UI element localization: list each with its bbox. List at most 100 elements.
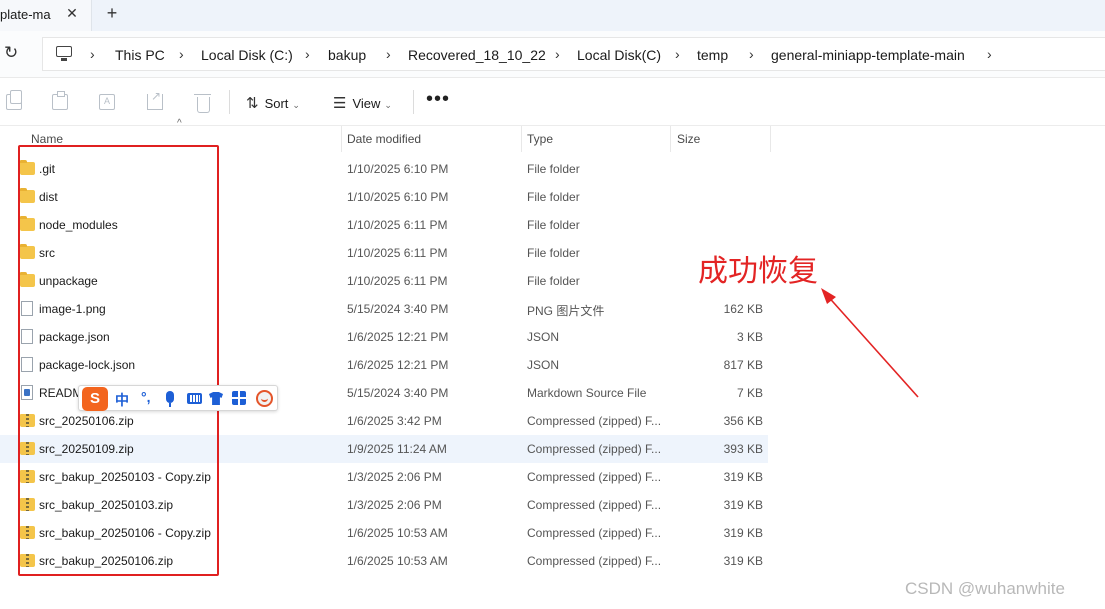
file-type: File folder — [527, 162, 580, 176]
view-label: View — [352, 96, 381, 111]
file-type: File folder — [527, 218, 580, 232]
toolbox-icon[interactable] — [232, 391, 246, 405]
file-type: Compressed (zipped) F... — [527, 526, 662, 540]
file-type: File folder — [527, 190, 580, 204]
file-size: 319 KB — [723, 554, 763, 568]
file-type: PNG 图片文件 — [527, 304, 605, 318]
toolbar-divider — [413, 90, 414, 114]
sort-button[interactable]: ⇅ Sort ⌄ — [246, 94, 300, 112]
ime-punctuation-toggle[interactable]: °, — [141, 389, 151, 405]
file-size: 319 KB — [723, 498, 763, 512]
file-size: 393 KB — [723, 442, 763, 456]
keyboard-icon[interactable] — [187, 393, 202, 404]
file-size: 7 KB — [736, 386, 763, 400]
copy-icon[interactable] — [6, 90, 22, 110]
file-type: JSON — [527, 358, 560, 372]
file-date-modified: 5/15/2024 3:40 PM — [347, 386, 449, 400]
column-divider[interactable] — [770, 126, 771, 152]
chevron-down-icon: ⌄ — [292, 100, 300, 110]
microphone-icon[interactable] — [166, 391, 174, 407]
file-type: File folder — [527, 246, 580, 260]
breadcrumb-current-folder[interactable]: general-miniapp-template-main — [771, 47, 965, 63]
view-icon: ☰ — [333, 95, 347, 112]
delete-icon[interactable] — [194, 94, 211, 113]
highlight-box — [18, 145, 219, 576]
file-date-modified: 1/3/2025 2:06 PM — [347, 498, 442, 512]
computer-icon[interactable] — [55, 46, 73, 62]
tab-strip: plate-ma ✕ + — [0, 0, 1105, 31]
file-date-modified: 1/3/2025 2:06 PM — [347, 470, 442, 484]
file-size: 319 KB — [723, 526, 763, 540]
chevron-right-icon[interactable]: › — [675, 46, 680, 62]
new-tab-button[interactable]: + — [103, 3, 121, 24]
file-date-modified: 1/6/2025 12:21 PM — [347, 330, 449, 344]
annotation-arrow — [821, 288, 919, 398]
toolbar-divider — [229, 90, 230, 114]
annotation-text: 成功恢复 — [698, 254, 818, 289]
command-bar: A ⇅Sort⌄ ☰View⌄ ••• — [0, 78, 1105, 126]
breadcrumb-bakup[interactable]: bakup — [328, 47, 366, 63]
file-date-modified: 1/6/2025 10:53 AM — [347, 526, 448, 540]
tab-title: plate-ma — [0, 7, 51, 22]
file-type: JSON — [527, 330, 560, 344]
file-type: Compressed (zipped) F... — [527, 554, 662, 568]
file-date-modified: 1/10/2025 6:10 PM — [347, 190, 449, 204]
chevron-right-icon[interactable]: › — [90, 46, 95, 62]
breadcrumb[interactable]: › This PC › Local Disk (C:) › bakup › Re… — [42, 37, 1105, 71]
file-size: 817 KB — [723, 358, 763, 372]
more-options-icon[interactable]: ••• — [426, 88, 450, 111]
file-type: Compressed (zipped) F... — [527, 442, 662, 456]
file-date-modified: 1/6/2025 10:53 AM — [347, 554, 448, 568]
file-type: Compressed (zipped) F... — [527, 470, 662, 484]
column-divider[interactable] — [670, 126, 671, 152]
breadcrumb-temp[interactable]: temp — [697, 47, 728, 63]
file-date-modified: 1/10/2025 6:11 PM — [347, 274, 448, 288]
tab-explorer[interactable]: plate-ma ✕ — [0, 0, 92, 31]
chevron-right-icon[interactable]: › — [305, 46, 310, 62]
file-date-modified: 1/10/2025 6:11 PM — [347, 246, 448, 260]
column-name[interactable]: Name — [31, 132, 63, 146]
breadcrumb-local-disk-c[interactable]: Local Disk (C:) — [201, 47, 293, 63]
chevron-right-icon[interactable]: › — [987, 46, 992, 62]
file-type: Compressed (zipped) F... — [527, 414, 662, 428]
chevron-right-icon[interactable]: › — [179, 46, 184, 62]
rename-icon[interactable]: A — [99, 94, 115, 110]
chevron-right-icon[interactable]: › — [555, 46, 560, 62]
file-size: 356 KB — [723, 414, 763, 428]
column-divider[interactable] — [341, 126, 342, 152]
file-type: File folder — [527, 274, 580, 288]
ime-logo-icon[interactable]: S — [82, 387, 108, 411]
chevron-right-icon[interactable]: › — [749, 46, 754, 62]
sort-icon: ⇅ — [246, 95, 259, 112]
ime-language-toggle[interactable]: 中 — [115, 390, 129, 410]
file-date-modified: 1/6/2025 12:21 PM — [347, 358, 449, 372]
file-date-modified: 1/6/2025 3:42 PM — [347, 414, 442, 428]
breadcrumb-this-pc[interactable]: This PC — [115, 47, 165, 63]
file-size: 3 KB — [736, 330, 763, 344]
view-button[interactable]: ☰ View ⌄ — [333, 94, 392, 112]
column-date-modified[interactable]: Date modified — [347, 132, 421, 146]
column-size[interactable]: Size — [677, 132, 700, 146]
file-date-modified: 1/10/2025 6:11 PM — [347, 218, 448, 232]
file-date-modified: 5/15/2024 3:40 PM — [347, 302, 449, 316]
chevron-down-icon: ⌄ — [384, 100, 392, 110]
column-divider[interactable] — [521, 126, 522, 152]
assistant-icon[interactable] — [256, 390, 273, 407]
file-date-modified: 1/10/2025 6:10 PM — [347, 162, 449, 176]
breadcrumb-recovered[interactable]: Recovered_18_10_22 — [408, 47, 546, 63]
skin-icon[interactable] — [209, 392, 223, 405]
column-type[interactable]: Type — [527, 132, 553, 146]
file-size: 162 KB — [723, 302, 763, 316]
file-type: Markdown Source File — [527, 386, 647, 400]
paste-icon[interactable] — [52, 91, 68, 110]
sort-label: Sort — [264, 96, 289, 111]
file-size: 319 KB — [723, 470, 763, 484]
chevron-right-icon[interactable]: › — [386, 46, 391, 62]
breadcrumb-local-disk-c2[interactable]: Local Disk(C) — [577, 47, 661, 63]
address-row: ↻ › This PC › Local Disk (C:) › bakup › … — [0, 31, 1105, 78]
file-date-modified: 1/9/2025 11:24 AM — [347, 442, 447, 456]
share-icon[interactable] — [147, 89, 163, 110]
watermark: CSDN @wuhanwhite — [905, 579, 1065, 598]
refresh-icon[interactable]: ↻ — [4, 43, 18, 63]
close-icon[interactable]: ✕ — [63, 5, 81, 22]
